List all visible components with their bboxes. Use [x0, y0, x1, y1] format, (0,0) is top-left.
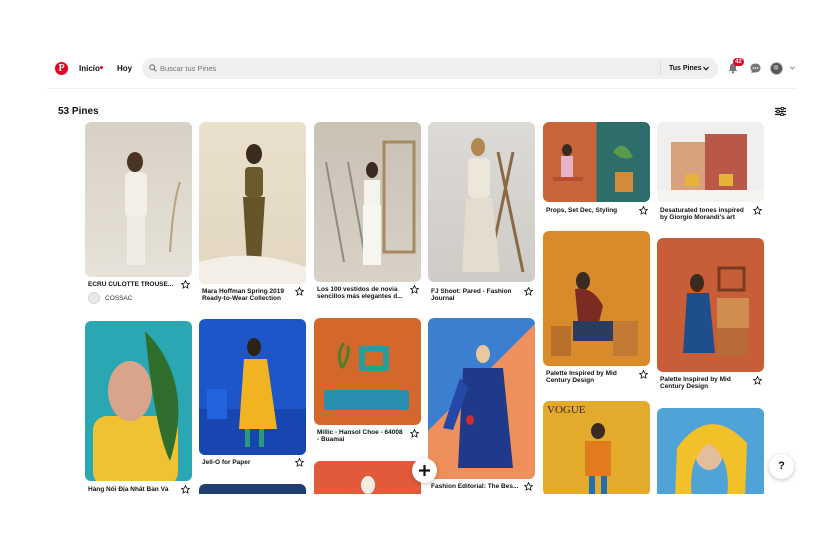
nav-hoy[interactable]: Hoy	[117, 64, 132, 73]
star-icon[interactable]	[753, 206, 762, 215]
star-icon[interactable]	[639, 206, 648, 215]
pin-title: Jell-O for Paper	[202, 459, 251, 466]
pin-card[interactable]: Hàng Nổi Địa Nhất Bản Và	[85, 321, 192, 494]
source-avatar	[88, 292, 100, 304]
chevron-down-icon[interactable]	[703, 66, 709, 71]
pin-card[interactable]: Fashion Editorial: The Bes...	[428, 318, 535, 493]
search-input[interactable]	[160, 58, 640, 79]
pin-title: Desaturated tones inspired by Giorgio Mo…	[660, 207, 744, 221]
nav-inicio-indicator	[100, 66, 103, 69]
pin-title: Palette Inspired by Mid Century Design	[546, 370, 617, 384]
pin-title: Mara Hoffman Spring 2019 Ready-to-Wear C…	[202, 288, 284, 302]
star-icon[interactable]	[295, 287, 304, 296]
pin-image[interactable]	[314, 461, 421, 494]
pin-title: Los 100 vestidos de novia sencillos más …	[317, 286, 403, 300]
pin-card[interactable]: ECRU CULOTTE TROUSE... COSSAC	[85, 122, 192, 304]
pin-card[interactable]: Desaturated tones inspired by Giorgio Mo…	[657, 122, 764, 232]
pin-image[interactable]	[199, 484, 306, 494]
star-icon[interactable]	[410, 285, 419, 294]
pin-image[interactable]	[428, 122, 535, 282]
star-icon[interactable]	[295, 458, 304, 467]
pin-card[interactable]: FJ Shoot: Pared - Fashion Journal	[428, 122, 535, 307]
plus-icon	[419, 465, 430, 476]
profile-avatar[interactable]	[770, 62, 783, 75]
star-icon[interactable]	[639, 370, 648, 379]
pin-title: Palette Inspired by Mid Century Design	[660, 376, 731, 390]
pin-card[interactable]: Millic - Hansol Choe - 64008 - Buamai	[314, 318, 421, 453]
pin-image[interactable]	[543, 122, 650, 202]
pin-image[interactable]	[199, 319, 306, 455]
pin-title: FJ Shoot: Pared - Fashion Journal	[431, 288, 512, 302]
pin-source[interactable]: COSSAC	[105, 295, 132, 302]
pin-card[interactable]: Los 100 vestidos de novia sencillos más …	[314, 122, 421, 307]
pin-card[interactable]: Props, Set Dec, Styling	[543, 122, 650, 222]
help-button[interactable]: ?	[769, 454, 794, 479]
pin-card[interactable]: Palette Inspired by Mid Century Design	[657, 238, 764, 398]
top-navigation-bar: P Inicio Hoy Tus Pines 42	[47, 44, 797, 92]
pin-image[interactable]	[314, 318, 421, 425]
pin-image[interactable]	[85, 321, 192, 481]
pin-title: Fashion Editorial: The Bes...	[431, 483, 519, 490]
pin-count: 53 Pines	[58, 106, 99, 117]
pin-card[interactable]: Jell-O for Paper	[199, 319, 306, 474]
pin-title: Props, Set Dec, Styling	[546, 207, 618, 214]
star-icon[interactable]	[753, 376, 762, 385]
pin-card[interactable]: VOGUE	[543, 401, 650, 494]
pin-image[interactable]	[657, 122, 764, 202]
pin-image[interactable]	[543, 231, 650, 366]
pin-title: Hàng Nổi Địa Nhất Bản Và	[88, 486, 169, 493]
star-icon[interactable]	[524, 482, 533, 491]
pin-image[interactable]	[657, 238, 764, 372]
notification-badge: 42	[733, 58, 744, 66]
pin-card[interactable]	[657, 408, 764, 494]
star-icon[interactable]	[524, 287, 533, 296]
pin-title: Millic - Hansol Choe - 64008 - Buamai	[317, 429, 403, 443]
filter-icon[interactable]	[775, 107, 786, 116]
search-icon	[149, 64, 157, 72]
pin-card[interactable]: Mara Hoffman Spring 2019 Ready-to-Wear C…	[199, 122, 306, 307]
search-divider	[660, 62, 661, 75]
add-pin-button[interactable]	[412, 458, 437, 483]
nav-inicio[interactable]: Inicio	[79, 64, 100, 73]
pin-image[interactable]: VOGUE	[543, 401, 650, 494]
pinterest-logo-icon[interactable]: P	[55, 62, 68, 75]
search-scope-dropdown[interactable]: Tus Pines	[669, 65, 702, 72]
star-icon[interactable]	[410, 429, 419, 438]
vogue-logo-text: VOGUE	[547, 404, 586, 416]
pin-title: ECRU CULOTTE TROUSE...	[88, 281, 174, 288]
help-icon: ?	[778, 460, 785, 472]
header-divider	[47, 88, 797, 89]
pin-image[interactable]	[657, 408, 764, 494]
pin-image[interactable]	[314, 122, 421, 282]
account-chevron-icon[interactable]	[790, 66, 795, 70]
pin-image[interactable]	[428, 318, 535, 479]
star-icon[interactable]	[181, 280, 190, 289]
pin-card[interactable]: Palette Inspired by Mid Century Design	[543, 231, 650, 391]
pin-card[interactable]	[314, 461, 421, 494]
pinterest-board-page: P Inicio Hoy Tus Pines 42	[47, 44, 797, 494]
search-bar: Tus Pines	[142, 58, 718, 79]
pin-image[interactable]	[199, 122, 306, 284]
star-icon[interactable]	[181, 485, 190, 494]
pin-card[interactable]	[199, 484, 306, 494]
pin-image[interactable]	[85, 122, 192, 277]
chat-icon[interactable]	[750, 63, 761, 74]
